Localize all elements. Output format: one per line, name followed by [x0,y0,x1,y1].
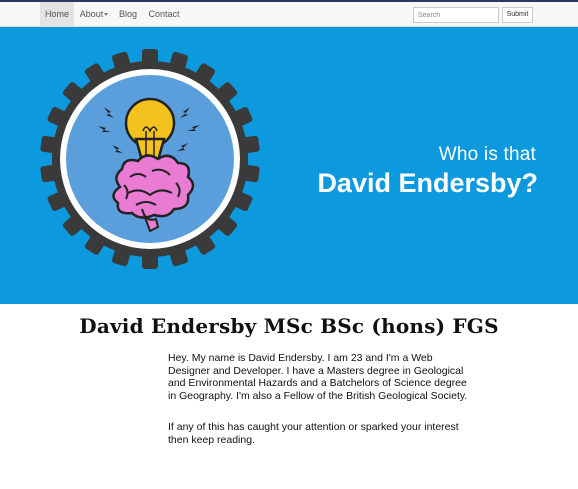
gear-tooth [142,249,158,269]
hero-title: David Endersby? [317,168,538,198]
page-title: David Endersby MSc BSc (hons) FGS [79,314,499,338]
gear-tooth [142,49,158,69]
intro-paragraph: Hey. My name is David Endersby. I am 23 … [168,352,468,402]
hero-banner: Who is that David Endersby? [0,27,578,304]
call-to-action-paragraph: If any of this has caught your attention… [168,421,459,446]
caret-down-icon [104,13,109,17]
nav-about-label: About [79,9,104,19]
nav-contact[interactable]: Contact [142,2,186,26]
gear-tooth [238,164,260,183]
nav-contact-label: Contact [148,9,180,19]
nav-home[interactable]: Home [40,2,74,26]
hero-subtitle: Who is that [438,144,536,165]
nav-home-label: Home [44,9,69,19]
gear-tooth [238,135,260,154]
nav-about-dropdown[interactable]: About [74,2,114,26]
nav-blog-label: Blog [118,9,137,19]
navbar: Home About Blog Contact Submit [0,2,578,27]
gear-tooth [40,164,62,183]
nav-blog[interactable]: Blog [114,2,142,26]
submit-button[interactable]: Submit [502,7,533,23]
search-input[interactable] [413,7,499,23]
gear-tooth [40,135,62,154]
